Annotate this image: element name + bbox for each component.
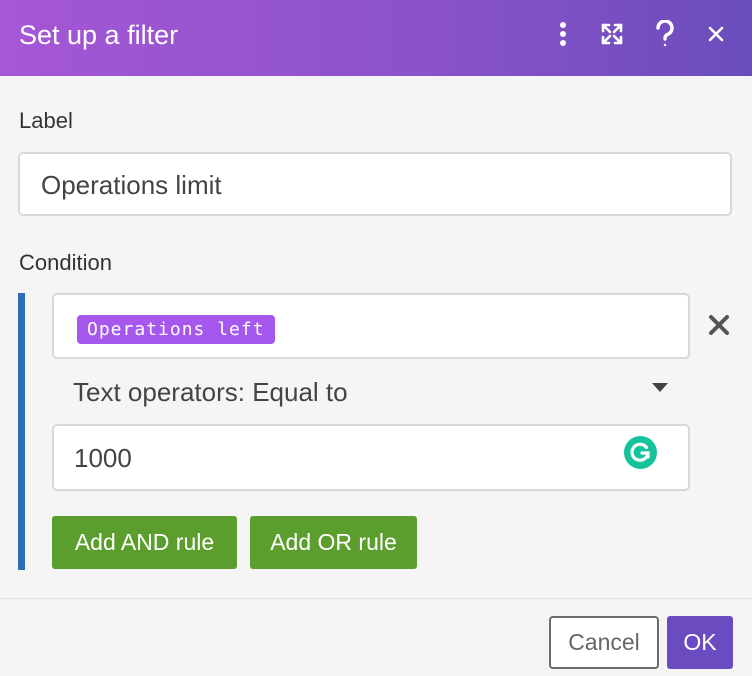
more-vertical-icon[interactable]	[546, 17, 580, 51]
footer-divider	[0, 598, 752, 599]
add-or-rule-button[interactable]: Add OR rule	[250, 516, 417, 569]
condition-group-bar	[18, 293, 25, 570]
condition-heading: Condition	[19, 250, 112, 275]
operator-select-value: Text operators: Equal to	[73, 377, 348, 407]
cancel-button[interactable]: Cancel	[549, 616, 659, 669]
field-token[interactable]: Operations left	[77, 315, 275, 344]
chevron-down-icon	[652, 383, 668, 392]
condition-value-text: 1000	[74, 443, 132, 473]
grammarly-icon[interactable]	[624, 436, 657, 469]
help-icon[interactable]	[648, 17, 682, 51]
condition-value-input[interactable]	[52, 424, 690, 491]
remove-condition-icon[interactable]	[706, 312, 732, 338]
operator-select[interactable]: Text operators: Equal to	[52, 370, 692, 414]
dialog-title: Set up a filter	[19, 20, 179, 50]
add-and-rule-button[interactable]: Add AND rule	[52, 516, 237, 569]
ok-button[interactable]: OK	[667, 616, 733, 669]
label-input-value: Operations limit	[41, 170, 222, 200]
dialog-header: Set up a filter	[0, 0, 752, 76]
expand-icon[interactable]	[595, 17, 629, 51]
close-icon[interactable]	[699, 17, 733, 51]
filter-dialog: Set up a filter Label Operations limit C…	[0, 0, 752, 676]
label-heading: Label	[19, 108, 73, 133]
